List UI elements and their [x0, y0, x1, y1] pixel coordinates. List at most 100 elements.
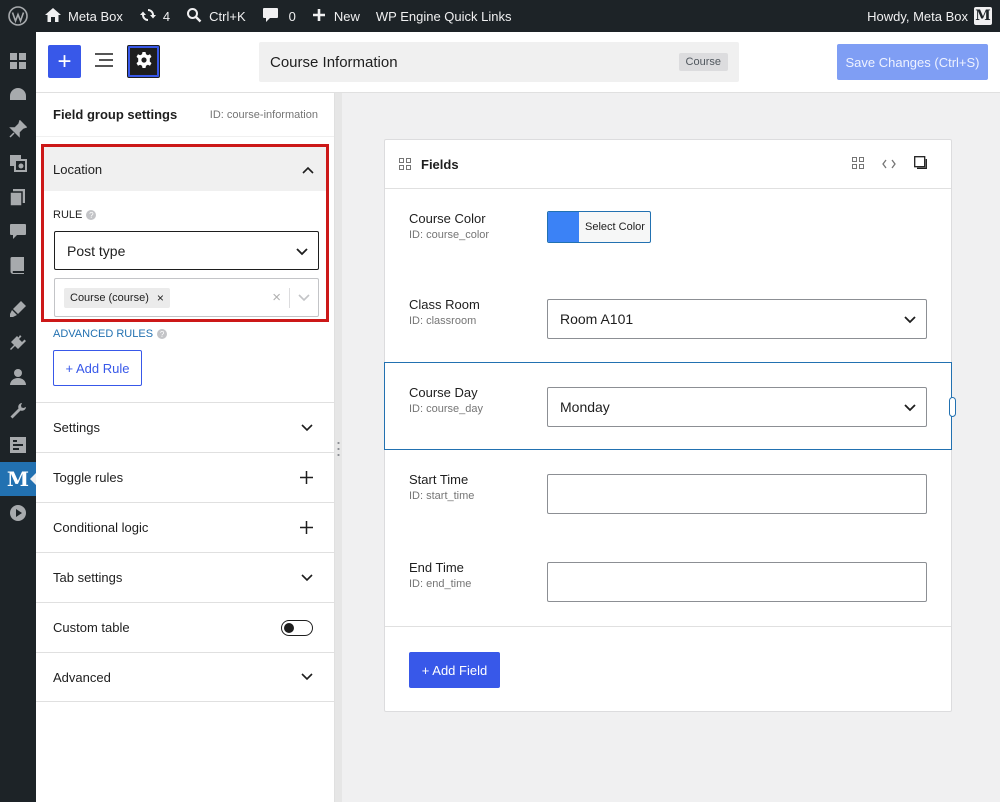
section-label: Advanced [53, 669, 111, 685]
chevron-down-icon [301, 673, 313, 681]
add-field-toolbar-button[interactable]: + [48, 45, 81, 78]
settings-button[interactable] [127, 45, 160, 78]
my-account-link[interactable]: Howdy, Meta Box M [859, 0, 1000, 32]
plugins-icon[interactable] [0, 326, 36, 360]
meta-box-icon[interactable]: M [0, 462, 37, 496]
new-content-link[interactable]: New [304, 0, 368, 32]
field-label: Course Color [409, 211, 486, 226]
builder-toolbar: + Course Information Course Save Changes… [36, 32, 1000, 93]
field-row-course-day[interactable]: Course Day ID: course_day Monday [384, 362, 956, 450]
fields-panel: Fields Course Color ID: course_color Sel… [384, 139, 956, 712]
users-icon[interactable] [0, 360, 36, 394]
course-day-select[interactable]: Monday [547, 387, 927, 427]
help-icon[interactable]: ? [157, 329, 168, 339]
select-color-button[interactable]: Select Color [547, 211, 651, 243]
field-label: End Time [409, 560, 464, 575]
section-advanced[interactable]: Advanced [36, 652, 335, 702]
search-icon [186, 7, 202, 26]
comment-icon [262, 7, 279, 26]
chevron-down-icon[interactable] [290, 293, 312, 302]
field-row-end-time[interactable]: End Time ID: end_time [385, 538, 951, 626]
classroom-value: Room A101 [560, 311, 634, 327]
resize-handle[interactable] [949, 397, 956, 417]
section-settings[interactable]: Settings [36, 402, 335, 452]
code-icon[interactable] [882, 157, 896, 172]
site-name-link[interactable]: Meta Box [36, 0, 131, 32]
field-group-id: ID: course-information [209, 108, 318, 121]
chip-label: Course (course) [70, 291, 149, 304]
course-day-value: Monday [560, 399, 610, 415]
section-label: Settings [53, 420, 100, 435]
field-label: Start Time [409, 472, 469, 487]
advanced-rules-label: ADVANCED RULES [53, 328, 154, 340]
collapse-icon[interactable] [914, 156, 927, 172]
selected-post-type-chip: Course (course) × [64, 287, 170, 308]
sidebar-header: Field group settings ID: course-informat… [36, 93, 334, 137]
settings-icon[interactable] [0, 428, 36, 462]
field-row-classroom[interactable]: Class Room ID: classroom Room A101 [385, 275, 951, 363]
field-id: ID: course_day [409, 403, 483, 415]
command-palette-link[interactable]: Ctrl+K [178, 0, 253, 32]
section-tab-settings[interactable]: Tab settings [36, 552, 335, 602]
field-row-start-time[interactable]: Start Time ID: start_time [385, 450, 951, 538]
section-label: Custom table [53, 620, 130, 635]
custom-table-toggle[interactable] [281, 619, 313, 636]
play-icon[interactable] [0, 496, 36, 530]
drag-handle-icon[interactable] [337, 440, 340, 458]
plus-icon: + [57, 47, 72, 75]
pin-icon[interactable] [0, 112, 36, 146]
book-icon[interactable] [0, 248, 36, 282]
admin-bar: Meta Box 4 Ctrl+K 0 New WP Engine Quick … [0, 0, 1000, 32]
clear-icon[interactable]: × [264, 289, 289, 306]
sidebar-title: Field group settings [53, 107, 178, 122]
dashboard-icon[interactable] [0, 44, 36, 78]
section-label: Tab settings [53, 570, 123, 585]
admin-menu: M [0, 32, 37, 802]
comments-menu-icon[interactable] [0, 214, 36, 248]
updates-link[interactable]: 4 [131, 0, 178, 32]
section-conditional-logic[interactable]: Conditional logic [36, 502, 335, 552]
pages-icon[interactable] [0, 180, 36, 214]
rule-value-multiselect[interactable]: Course (course) × × [54, 278, 319, 317]
rule-type-select[interactable]: Post type [54, 231, 319, 270]
post-type-badge: Course [678, 53, 728, 71]
section-label: Conditional logic [53, 520, 149, 535]
location-title: Location [53, 161, 103, 177]
plus-icon [300, 471, 313, 484]
chevron-down-icon [301, 423, 313, 432]
chevron-up-icon [302, 162, 314, 177]
grid-icon [399, 158, 411, 170]
field-label: Course Day [409, 385, 478, 400]
advanced-rules-link[interactable]: ADVANCED RULES ? [53, 328, 168, 340]
chip-remove-icon[interactable]: × [157, 291, 164, 305]
avatar: M [974, 7, 992, 25]
end-time-input[interactable] [547, 562, 927, 602]
appearance-icon[interactable] [0, 292, 36, 326]
gear-icon [135, 51, 153, 72]
location-panel: Location RULE ? Post type Course (course… [41, 144, 329, 322]
add-rule-button[interactable]: + Add Rule [53, 350, 142, 386]
tools-icon[interactable] [0, 394, 36, 428]
media-icon[interactable] [0, 146, 36, 180]
wp-engine-link[interactable]: WP Engine Quick Links [368, 0, 520, 32]
field-id: ID: course_color [409, 229, 490, 241]
section-toggle-rules[interactable]: Toggle rules [36, 452, 335, 502]
field-row-course-color[interactable]: Course Color ID: course_color Select Col… [385, 189, 951, 277]
classroom-select[interactable]: Room A101 [547, 299, 927, 339]
rule-type-value: Post type [67, 242, 126, 259]
field-group-title-input[interactable]: Course Information Course [259, 42, 739, 82]
chevron-down-icon [904, 399, 916, 415]
start-time-input[interactable] [547, 474, 927, 514]
list-view-button[interactable] [87, 45, 120, 78]
add-field-button[interactable]: + Add Field [409, 652, 500, 688]
comments-link[interactable]: 0 [254, 0, 304, 32]
howdy-text: Howdy, Meta Box [867, 8, 968, 24]
field-id: ID: end_time [409, 578, 472, 590]
location-panel-toggle[interactable]: Location [44, 147, 326, 191]
grid-view-icon[interactable] [852, 156, 864, 172]
help-icon[interactable]: ? [86, 210, 97, 220]
command-shortcut: Ctrl+K [209, 8, 246, 24]
save-changes-button[interactable]: Save Changes (Ctrl+S) [837, 44, 988, 80]
wordpress-logo-icon[interactable] [0, 0, 36, 32]
gauge-icon[interactable] [0, 78, 36, 112]
